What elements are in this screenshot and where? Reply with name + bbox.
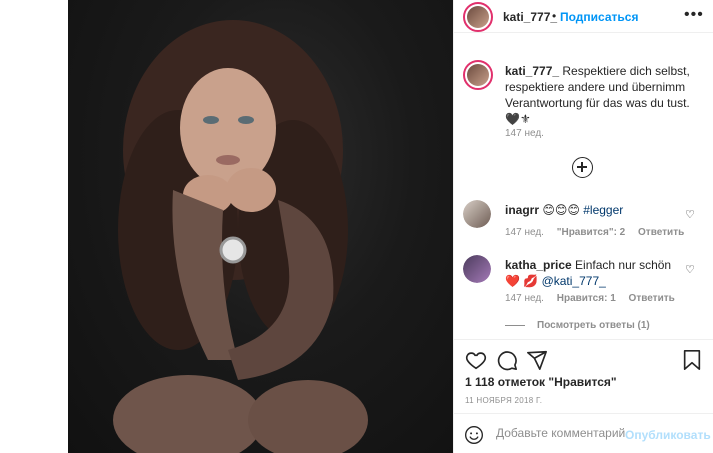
commenter-avatar[interactable] — [463, 255, 491, 283]
bookmark-icon[interactable] — [682, 349, 702, 371]
follow-button[interactable]: Подписаться — [560, 10, 638, 24]
reply-button[interactable]: Ответить — [629, 293, 675, 304]
comment-time[interactable]: 147 нед. — [505, 293, 544, 304]
replies-divider — [505, 324, 525, 326]
comment-mention[interactable]: @kati_777_ — [542, 274, 606, 288]
commenter-username[interactable]: inagrr — [505, 203, 539, 217]
comment-likes[interactable]: "Нравится": 2 — [557, 227, 626, 238]
header-separator: • — [552, 9, 557, 23]
comment-input[interactable] — [496, 426, 626, 440]
post-date[interactable]: 11 НОЯБРЯ 2018 Г. — [465, 396, 542, 405]
share-icon[interactable] — [526, 349, 548, 371]
commenter-avatar[interactable] — [463, 200, 491, 228]
replies-label: Посмотреть ответы (1) — [537, 320, 650, 331]
comment-likes[interactable]: Нравится: 1 — [557, 293, 616, 304]
plus-circle-icon[interactable] — [572, 157, 593, 178]
comment-time[interactable]: 147 нед. — [505, 227, 544, 238]
comment-body: 😊😊😊 — [542, 203, 580, 217]
post-photo-art — [113, 20, 368, 453]
caption-avatar[interactable] — [463, 60, 493, 90]
comment-icon[interactable] — [496, 349, 518, 371]
post-header: kati_777_ • Подписаться ••• — [454, 0, 713, 33]
comment-text: katha_price Einfach nur schön ❤️ 💋 @kati… — [505, 257, 675, 289]
caption-time[interactable]: 147 нед. — [505, 128, 544, 139]
comment-like-heart-icon[interactable]: ♡ — [685, 263, 695, 276]
caption-text: kati_777_ Respektiere dich selbst, respe… — [505, 63, 705, 127]
view-replies-button[interactable]: Посмотреть ответы (1) — [505, 320, 650, 331]
likes-count[interactable]: 1 118 отметок "Нравится" — [465, 375, 617, 389]
caption-username[interactable]: kati_777_ — [505, 64, 559, 78]
heart-icon[interactable] — [465, 349, 487, 371]
comment-hashtag[interactable]: #legger — [583, 203, 623, 217]
more-options-icon[interactable]: ••• — [684, 6, 704, 24]
emoji-icon[interactable] — [464, 425, 484, 445]
post-photo[interactable] — [68, 0, 453, 453]
author-username[interactable]: kati_777_ — [503, 10, 557, 24]
comment-meta: 147 нед. "Нравится": 2 Ответить — [505, 227, 694, 238]
photo-pane — [0, 0, 453, 453]
commenter-username[interactable]: katha_price — [505, 258, 572, 272]
comment-meta: 147 нед. Нравится: 1 Ответить — [505, 293, 685, 304]
action-bar — [454, 339, 713, 379]
reply-button[interactable]: Ответить — [638, 227, 684, 238]
comment-text: inagrr 😊😊😊 #legger — [505, 202, 675, 218]
post-sidebar: kati_777_ • Подписаться ••• kati_777_ Re… — [453, 0, 713, 453]
comment-like-heart-icon[interactable]: ♡ — [685, 208, 695, 221]
publish-button[interactable]: Опубликовать — [625, 428, 711, 442]
author-avatar[interactable] — [463, 2, 493, 32]
add-comment-bar: Опубликовать — [454, 413, 713, 453]
